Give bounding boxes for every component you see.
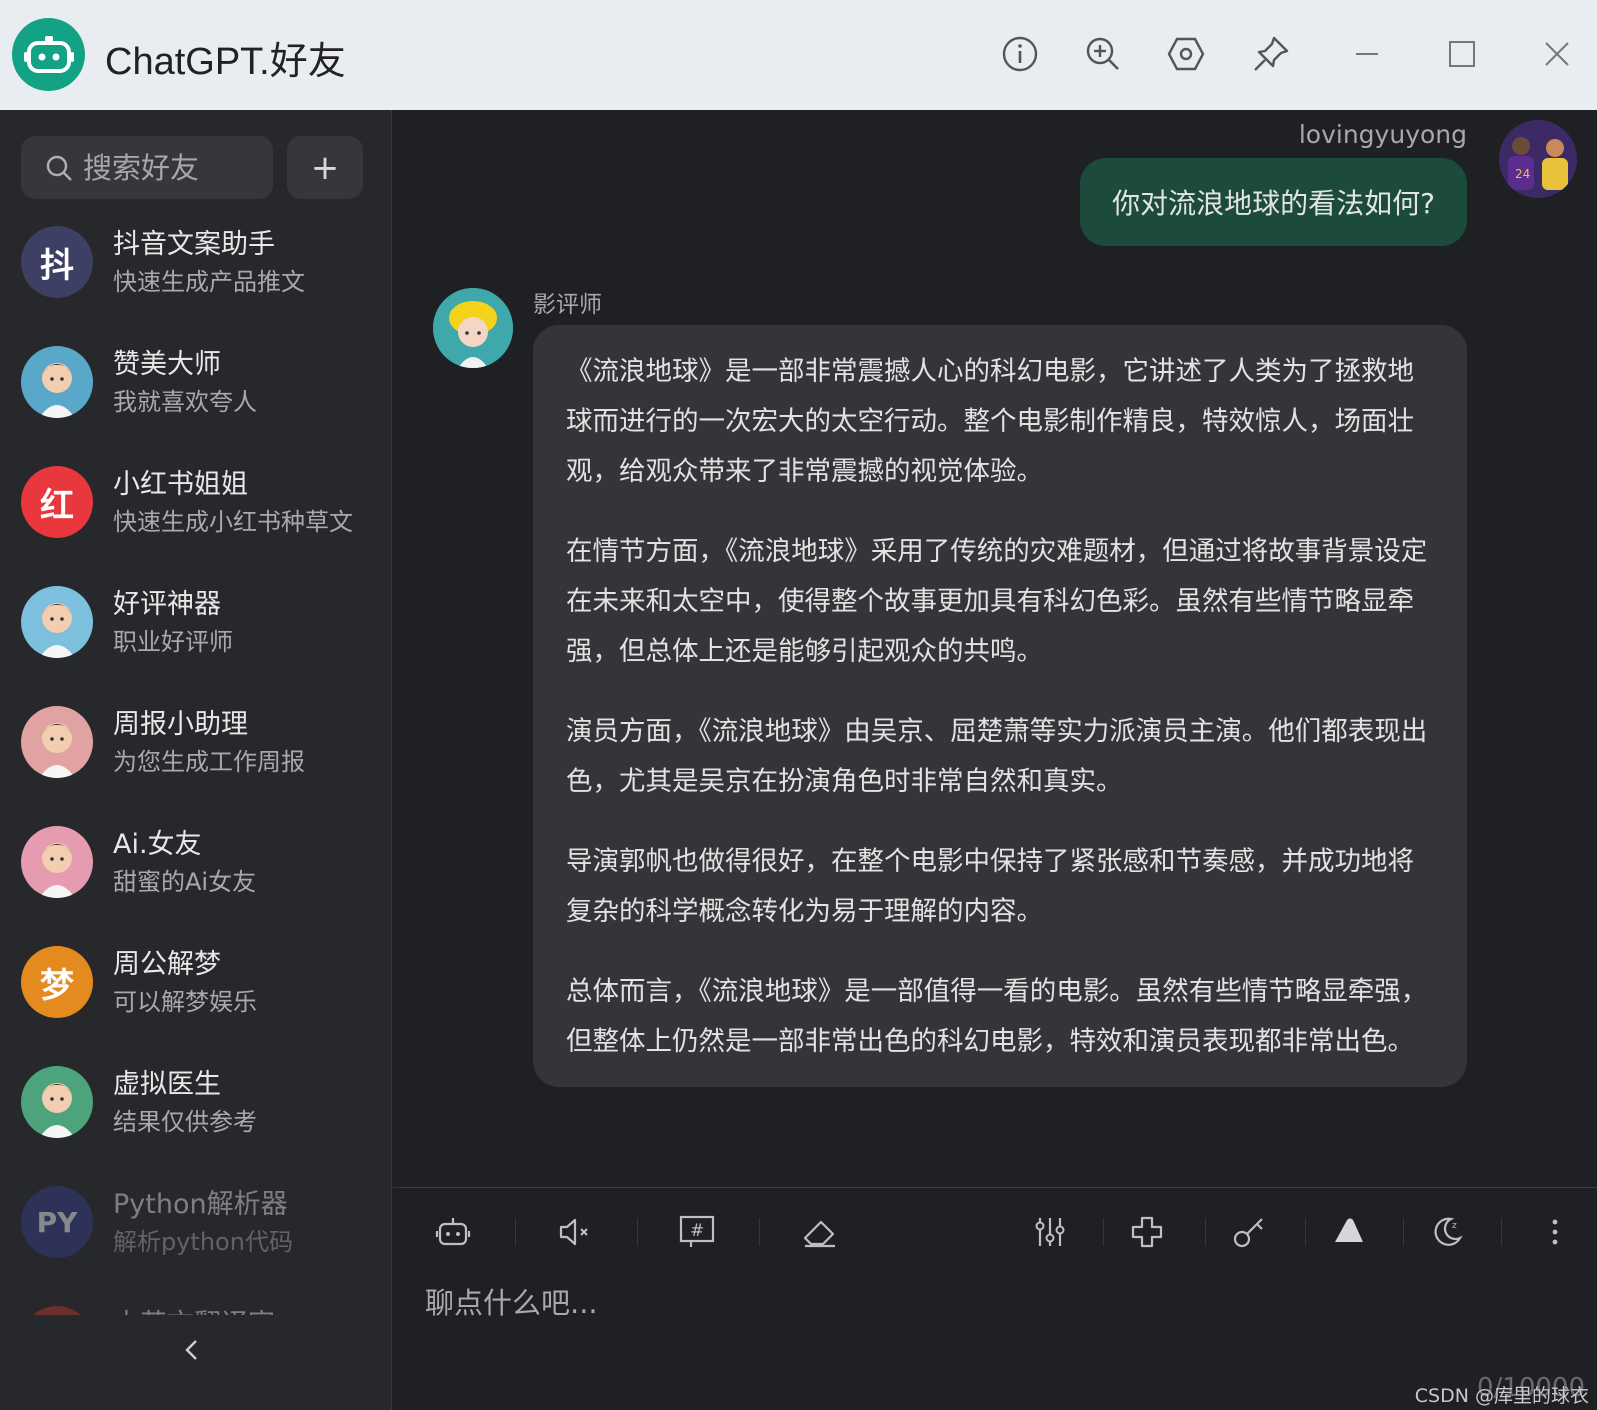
- friend-item[interactable]: 虚拟医生结果仅供参考: [0, 1050, 392, 1170]
- more-menu-icon[interactable]: [1533, 1210, 1577, 1254]
- friend-description: 解析python代码: [113, 1228, 293, 1256]
- friend-item[interactable]: PY Python解析器 解析python代码: [0, 1170, 392, 1290]
- bot-avatar[interactable]: [433, 288, 513, 368]
- friend-description: 甜蜜的Ai女友: [113, 868, 257, 896]
- friend-name: 赞美大师: [113, 349, 221, 380]
- svg-text:24: 24: [1515, 167, 1530, 181]
- chat-panel: lovingyuyong 24 你对流浪地球的看法如何? 影评师 《流浪地球》是…: [393, 110, 1597, 1187]
- friend-name: Ai.女友: [113, 829, 202, 860]
- friend-item[interactable]: 赞美大师我就喜欢夸人: [0, 330, 392, 450]
- robot-icon[interactable]: [431, 1210, 475, 1254]
- chevron-left-icon: [185, 1340, 197, 1360]
- bot-message-paragraph: 在情节方面，《流浪地球》采用了传统的灾难题材，但通过将故事背景设定在未来和太空中…: [566, 536, 1428, 667]
- friend-avatar: [21, 586, 93, 658]
- maximize-icon[interactable]: [1440, 32, 1484, 76]
- friend-avatar: [21, 1306, 93, 1315]
- toolbar-divider: [1501, 1218, 1502, 1246]
- friend-avatar: 红: [21, 466, 93, 538]
- info-icon[interactable]: [998, 32, 1042, 76]
- bot-message-bubble: 《流浪地球》是一部非常震撼人心的科幻电影，它讲述了人类为了拯救地球而进行的一次宏…: [533, 325, 1467, 1087]
- bot-message-paragraph: 导演郭帆也做得很好，在整个电影中保持了紧张感和节奏感，并成功地将复杂的科学概念转…: [566, 846, 1414, 927]
- friend-avatar: [21, 826, 93, 898]
- toolbar-divider: [1403, 1218, 1404, 1246]
- friend-name: 周公解梦: [113, 949, 221, 980]
- friend-name: 周报小助理: [113, 709, 248, 740]
- app-title: ChatGPT.好友: [105, 41, 346, 83]
- friend-description: 可以解梦娱乐: [113, 988, 257, 1016]
- friend-avatar: PY: [21, 1186, 93, 1258]
- collapse-sidebar-button[interactable]: [172, 1330, 212, 1370]
- friend-name: 好评神器: [113, 589, 221, 620]
- friend-avatar: [21, 346, 93, 418]
- speaker-mute-icon[interactable]: [553, 1210, 597, 1254]
- friend-name: 中英文翻译官: [113, 1302, 275, 1315]
- friend-item[interactable]: 中英文翻译官: [0, 1290, 392, 1315]
- friend-avatar: 抖: [21, 226, 93, 298]
- friend-item[interactable]: 抖 抖音文案助手快速生成产品推文: [0, 210, 392, 330]
- moon-icon[interactable]: z: [1425, 1210, 1469, 1254]
- friend-description: 为您生成工作周报: [113, 748, 305, 776]
- wizard-hat-icon[interactable]: [1327, 1210, 1371, 1254]
- prompt-template-icon[interactable]: #: [675, 1210, 719, 1254]
- user-message-bubble: 你对流浪地球的看法如何?: [1080, 158, 1467, 246]
- zoom-in-icon[interactable]: [1081, 32, 1125, 76]
- sliders-icon[interactable]: [1028, 1210, 1072, 1254]
- user-name: lovingyuyong: [1298, 120, 1467, 149]
- avatar-text: 抖: [40, 245, 74, 286]
- friend-avatar: [21, 1066, 93, 1138]
- search-box[interactable]: [21, 136, 273, 199]
- svg-text:z: z: [1452, 1221, 1457, 1231]
- avatar-text: 梦: [40, 965, 74, 1006]
- bot-message-paragraph: 《流浪地球》是一部非常震撼人心的科幻电影，它讲述了人类为了拯救地球而进行的一次宏…: [566, 356, 1414, 487]
- toolbar-divider: [1305, 1218, 1306, 1246]
- plugin-icon[interactable]: [1125, 1210, 1169, 1254]
- watermark: CSDN @库里的球衣: [1414, 1385, 1589, 1407]
- bot-name: 影评师: [533, 292, 602, 318]
- message-input[interactable]: [425, 1280, 1545, 1360]
- friend-item[interactable]: 红 小红书姐姐快速生成小红书种草文: [0, 450, 392, 570]
- robot-logo-icon: [12, 18, 85, 91]
- friend-description: 快速生成产品推文: [113, 268, 305, 296]
- friend-item[interactable]: 周报小助理为您生成工作周报: [0, 690, 392, 810]
- friend-item[interactable]: 好评神器 职业好评师: [0, 570, 392, 690]
- friend-name: 抖音文案助手: [113, 229, 275, 260]
- pin-icon[interactable]: [1249, 32, 1293, 76]
- friend-avatar: 梦: [21, 946, 93, 1018]
- friend-name: 小红书姐姐: [113, 469, 248, 500]
- close-icon[interactable]: [1535, 32, 1579, 76]
- bot-message-paragraph: 总体而言，《流浪地球》是一部值得一看的电影。虽然有些情节略显牵强，但整体上仍然是…: [566, 976, 1428, 1057]
- minimize-icon[interactable]: [1345, 32, 1389, 76]
- composer: # z 0/10000 CSDN @库里的球衣: [393, 1187, 1597, 1410]
- search-input[interactable]: [83, 150, 253, 185]
- avatar-text: 红: [40, 485, 74, 526]
- avatar-text: PY: [36, 1205, 78, 1239]
- friend-description: 快速生成小红书种草文: [113, 508, 353, 536]
- sidebar: + 抖 抖音文案助手快速生成产品推文赞美大师我就喜欢夸人红 小红书姐姐快速生成小红书…: [0, 110, 392, 1410]
- toolbar-divider: [1103, 1218, 1104, 1246]
- friend-item[interactable]: Ai.女友甜蜜的Ai女友: [0, 810, 392, 930]
- toolbar-divider: [1205, 1218, 1206, 1246]
- friend-description: 职业好评师: [113, 628, 233, 656]
- toolbar-divider: [637, 1218, 638, 1246]
- settings-hex-icon[interactable]: [1164, 32, 1208, 76]
- friend-list: 抖 抖音文案助手快速生成产品推文 赞美大师我就喜欢夸人红 小红书姐姐快速生成小红书种草…: [0, 210, 392, 1315]
- friend-item[interactable]: 梦 周公解梦可以解梦娱乐: [0, 930, 392, 1050]
- search-icon: [45, 154, 73, 182]
- friend-name: Python解析器: [113, 1189, 288, 1220]
- friend-avatar: [21, 706, 93, 778]
- key-icon[interactable]: [1227, 1210, 1271, 1254]
- toolbar-divider: [515, 1218, 516, 1246]
- title-bar: ChatGPT.好友: [0, 0, 1597, 110]
- user-avatar[interactable]: 24: [1499, 120, 1577, 198]
- friend-description: 我就喜欢夸人: [113, 388, 257, 416]
- toolbar-divider: [759, 1218, 760, 1246]
- svg-text:#: #: [690, 1221, 704, 1241]
- eraser-icon[interactable]: [798, 1210, 842, 1254]
- friend-name: 虚拟医生: [113, 1069, 221, 1100]
- bot-message-paragraph: 演员方面，《流浪地球》由吴京、屈楚萧等实力派演员主演。他们都表现出色，尤其是吴京…: [566, 716, 1428, 797]
- friend-description: 结果仅供参考: [113, 1108, 257, 1136]
- plus-icon: +: [310, 147, 340, 188]
- add-friend-button[interactable]: +: [287, 136, 363, 199]
